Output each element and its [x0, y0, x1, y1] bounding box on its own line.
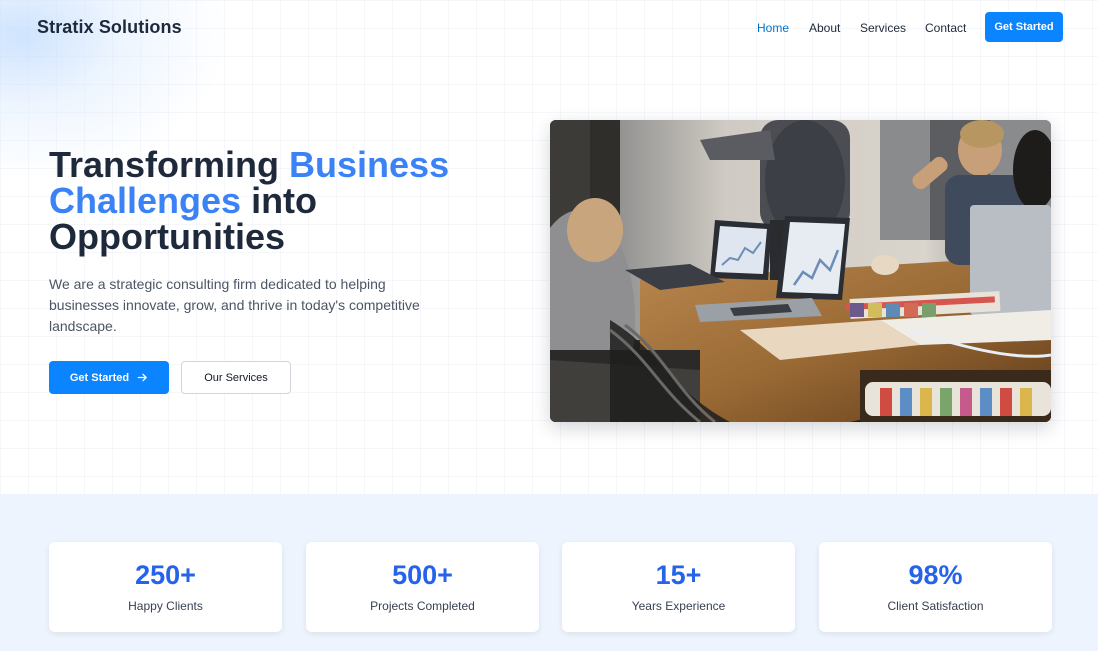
stat-label: Client Satisfaction [887, 599, 984, 613]
stat-card-happy-clients: 250+ Happy Clients [49, 542, 282, 632]
nav-about[interactable]: About [809, 21, 840, 35]
brand-logo[interactable]: Stratix Solutions [37, 17, 182, 38]
site-header: Stratix Solutions Home About Services Co… [0, 0, 1098, 54]
hero-get-started-label: Get Started [69, 371, 130, 384]
hero-title: Transforming Business Challenges into Op… [49, 147, 509, 255]
stat-value: 15+ [655, 560, 702, 590]
hero-team-meeting-image [550, 120, 1051, 422]
stat-value: 500+ [392, 560, 453, 590]
hero-get-started-button[interactable]: Get Started [49, 361, 169, 394]
nav-contact[interactable]: Contact [925, 21, 966, 35]
hero-title-part1: Transforming [49, 144, 290, 185]
stat-card-client-satisfaction: 98% Client Satisfaction [819, 542, 1052, 632]
nav-services[interactable]: Services [860, 21, 906, 35]
header-get-started-button[interactable]: Get Started [985, 12, 1063, 42]
stat-value: 98% [908, 560, 963, 590]
our-services-button[interactable]: Our Services [181, 361, 291, 394]
hero-description: We are a strategic consulting firm dedic… [49, 276, 420, 334]
stat-card-projects-completed: 500+ Projects Completed [306, 542, 539, 632]
stat-label: Happy Clients [128, 599, 203, 613]
stat-card-years-experience: 15+ Years Experience [562, 542, 795, 632]
stat-label: Projects Completed [370, 599, 475, 613]
nav-home[interactable]: Home [757, 21, 789, 35]
stat-value: 250+ [135, 560, 196, 590]
page: Stratix Solutions Home About Services Co… [0, 0, 1098, 651]
arrow-right-icon [137, 372, 148, 383]
stat-label: Years Experience [631, 599, 726, 613]
